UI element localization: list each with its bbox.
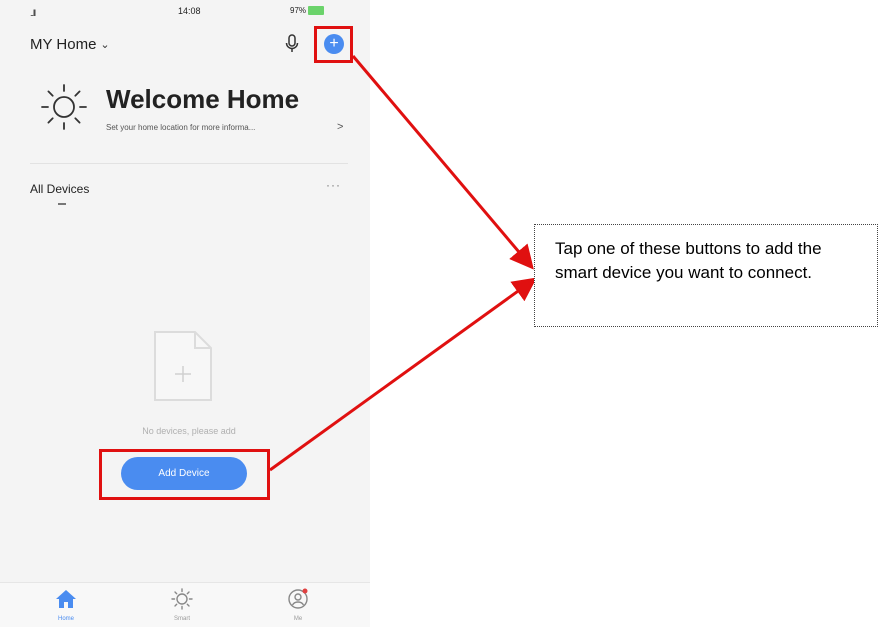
tab-home[interactable]: Home [36, 583, 96, 627]
welcome-title: Welcome Home [106, 84, 300, 114]
instruction-callout: Tap one of these buttons to add the smar… [534, 224, 878, 327]
tab-label-me: Me [293, 616, 303, 622]
battery-icon [308, 6, 325, 16]
tab-label-smart: Smart [173, 616, 190, 622]
highlight-box-add-device [99, 449, 270, 500]
home-selector[interactable]: MY Home ⌄ [30, 36, 110, 53]
weather-sun-icon [41, 84, 87, 130]
sun-icon [171, 588, 193, 610]
highlight-box-plus-button [314, 26, 353, 63]
signal-icon: ..ll [30, 8, 36, 18]
status-time: 14:08 [178, 6, 201, 16]
arrow-from-plus [351, 55, 534, 270]
chevron-down-icon: ⌄ [100, 39, 110, 51]
bottom-tab-bar: Home Smart Me [0, 582, 370, 627]
tab-underline [58, 203, 66, 205]
empty-document-icon [154, 331, 212, 401]
phone-screen: ..ll 14:08 97% MY Home ⌄ + Welcome Home … [0, 0, 370, 627]
empty-state-text: No devices, please add [142, 426, 236, 436]
callout-text: Tap one of these buttons to add the smar… [555, 239, 822, 282]
home-icon [56, 590, 76, 608]
home-name: MY Home [30, 36, 97, 53]
tab-smart[interactable]: Smart [152, 583, 212, 627]
microphone-icon[interactable] [284, 34, 300, 54]
more-options-icon[interactable]: ··· [326, 178, 341, 192]
battery-indicator: 97% [290, 6, 325, 16]
tab-all-devices[interactable]: All Devices [30, 182, 89, 196]
chevron-right-icon[interactable]: > [337, 121, 343, 133]
battery-percent: 97% [290, 6, 307, 15]
tab-label-home: Home [57, 616, 74, 622]
divider [30, 163, 348, 164]
set-location-link[interactable]: Set your home location for more informa.… [106, 123, 255, 132]
profile-icon [288, 588, 308, 609]
status-bar: ..ll 14:08 97% [0, 0, 370, 24]
tab-me[interactable]: Me [268, 583, 328, 627]
